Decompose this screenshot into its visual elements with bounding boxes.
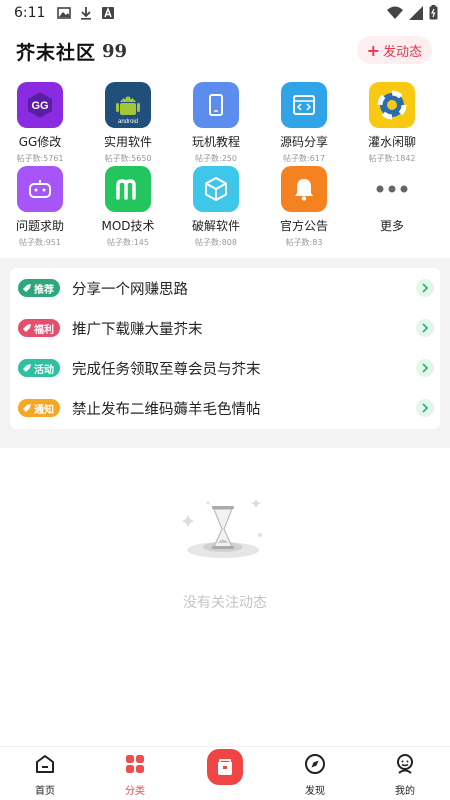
- notice-text: 完成任务领取至尊会员与芥末: [72, 361, 261, 378]
- cube-icon: [193, 166, 239, 212]
- nav-profile[interactable]: 我的: [375, 753, 435, 797]
- notice-tag: 活动: [18, 359, 60, 377]
- notice-tag: 福利: [18, 319, 60, 337]
- nav-label: 首页: [35, 786, 55, 797]
- nav-label: 分类: [125, 786, 145, 797]
- gamepad-icon: [17, 166, 63, 212]
- hourglass-icon: [182, 499, 262, 558]
- category-name: GG修改: [18, 135, 62, 149]
- category-count: 帖子数:1842: [368, 154, 416, 163]
- rocket-icon: [23, 324, 31, 332]
- compass-icon: [305, 754, 325, 774]
- category-name: 更多: [379, 219, 404, 233]
- mod-m-icon: [105, 166, 151, 212]
- notice-tag-label: 福利: [34, 324, 54, 336]
- gg-logo-icon: GG: [17, 82, 63, 128]
- grid-icon: [126, 755, 144, 773]
- bell-icon: [281, 166, 327, 212]
- phone-icon: [193, 82, 239, 128]
- category-name: 实用软件: [103, 135, 152, 149]
- notice-tag-label: 推荐: [34, 284, 54, 296]
- empty-message: 没有关注动态: [183, 595, 267, 611]
- notice-item[interactable]: 福利 推广下载赚大量芥末: [10, 308, 440, 348]
- category-phone-tutorial[interactable]: 玩机教程 帖子数:250: [176, 82, 256, 164]
- category-count: 帖子数:5761: [16, 154, 64, 163]
- category-more[interactable]: 更多: [352, 166, 432, 234]
- plus-icon: +: [366, 40, 380, 60]
- category-cracked-software[interactable]: 破解软件 帖子数:808: [176, 166, 256, 248]
- svg-text:GG: GG: [31, 100, 48, 112]
- image-icon: [57, 7, 72, 19]
- app-header: 芥末社区 99 + 发动态: [0, 32, 450, 70]
- category-count: 帖子数:145: [107, 238, 149, 247]
- home-icon: [36, 755, 54, 773]
- category-help[interactable]: 问题求助 帖子数:951: [0, 166, 80, 248]
- notice-text: 禁止发布二维码薅羊毛色情帖: [72, 401, 261, 418]
- category-useful-software[interactable]: android 实用软件 帖子数:5650: [88, 82, 168, 164]
- font-a-icon: [102, 6, 115, 19]
- rocket-icon: [23, 284, 31, 292]
- category-name: 官方公告: [279, 219, 328, 233]
- category-name: 问题求助: [15, 219, 64, 233]
- chevron-right-icon: [416, 399, 434, 417]
- wifi-icon: [387, 6, 403, 19]
- profile-icon: [397, 754, 413, 774]
- category-chat[interactable]: 灌水闲聊 帖子数:1842: [352, 82, 432, 164]
- rocket-icon: [23, 404, 31, 412]
- category-name: 灌水闲聊: [367, 135, 416, 149]
- bottom-nav: 首页 分类 发现 我的: [0, 746, 450, 800]
- category-name: 玩机教程: [191, 135, 240, 149]
- status-bar: 6:11: [0, 0, 450, 26]
- notice-item[interactable]: 活动 完成任务领取至尊会员与芥末: [10, 348, 440, 388]
- category-name: 源码分享: [279, 135, 328, 149]
- nav-label: 我的: [395, 786, 415, 797]
- post-center-icon: [218, 759, 232, 775]
- status-indicators: [387, 5, 438, 20]
- empty-state: 没有关注动态: [0, 495, 450, 615]
- more-dots-icon: [369, 166, 415, 212]
- svg-text:android: android: [118, 119, 138, 125]
- notice-item[interactable]: 通知 禁止发布二维码薅羊毛色情帖: [10, 388, 440, 428]
- category-announcement[interactable]: 官方公告 帖子数:83: [264, 166, 344, 248]
- notice-tag-label: 通知: [34, 404, 54, 416]
- category-count: 帖子数:617: [283, 154, 325, 163]
- notice-tag: 通知: [18, 399, 60, 417]
- chevron-right-icon: [416, 279, 434, 297]
- post-status-label: 发动态: [382, 44, 422, 60]
- code-icon: [281, 82, 327, 128]
- chevron-right-icon: [416, 359, 434, 377]
- nav-post-center[interactable]: [207, 749, 243, 785]
- status-time: 6:11: [14, 5, 46, 21]
- signal-icon: [409, 5, 423, 20]
- category-count: 帖子数:250: [195, 154, 237, 163]
- category-count: 帖子数:951: [19, 238, 61, 247]
- category-count: 帖子数:83: [285, 238, 323, 247]
- notice-text: 分享一个网赚思路: [72, 281, 188, 298]
- category-gg-modify[interactable]: GG GG修改 帖子数:5761: [0, 82, 80, 164]
- notice-tag: 推荐: [18, 279, 60, 297]
- nav-discover[interactable]: 发现: [285, 753, 345, 797]
- nav-home[interactable]: 首页: [15, 753, 75, 797]
- page-title: 芥末社区: [16, 41, 97, 64]
- rocket-icon: [23, 364, 31, 372]
- category-name: 破解软件: [191, 219, 240, 233]
- nav-label: 发现: [305, 786, 325, 797]
- download-icon: [81, 7, 92, 20]
- android-icon: android: [105, 82, 151, 128]
- category-name: MOD技术: [101, 219, 155, 233]
- quote-icon: 99: [102, 40, 128, 62]
- category-count: 帖子数:5650: [104, 154, 152, 163]
- notice-text: 推广下载赚大量芥末: [72, 321, 203, 338]
- category-source-share[interactable]: 源码分享 帖子数:617: [264, 82, 344, 164]
- category-count: 帖子数:808: [195, 238, 237, 247]
- nav-category[interactable]: 分类: [105, 753, 165, 797]
- notice-list: 推荐 分享一个网赚思路 福利 推广下载赚大量芥末 活动 完成任务领取至尊会员与芥…: [10, 268, 440, 429]
- lifebuoy-icon: [369, 82, 415, 128]
- chevron-right-icon: [416, 319, 434, 337]
- category-mod-tech[interactable]: MOD技术 帖子数:145: [88, 166, 168, 248]
- notice-tag-label: 活动: [34, 364, 54, 376]
- notice-item[interactable]: 推荐 分享一个网赚思路: [10, 268, 440, 308]
- battery-icon: [429, 5, 438, 20]
- post-status-button[interactable]: + 发动态: [356, 36, 432, 64]
